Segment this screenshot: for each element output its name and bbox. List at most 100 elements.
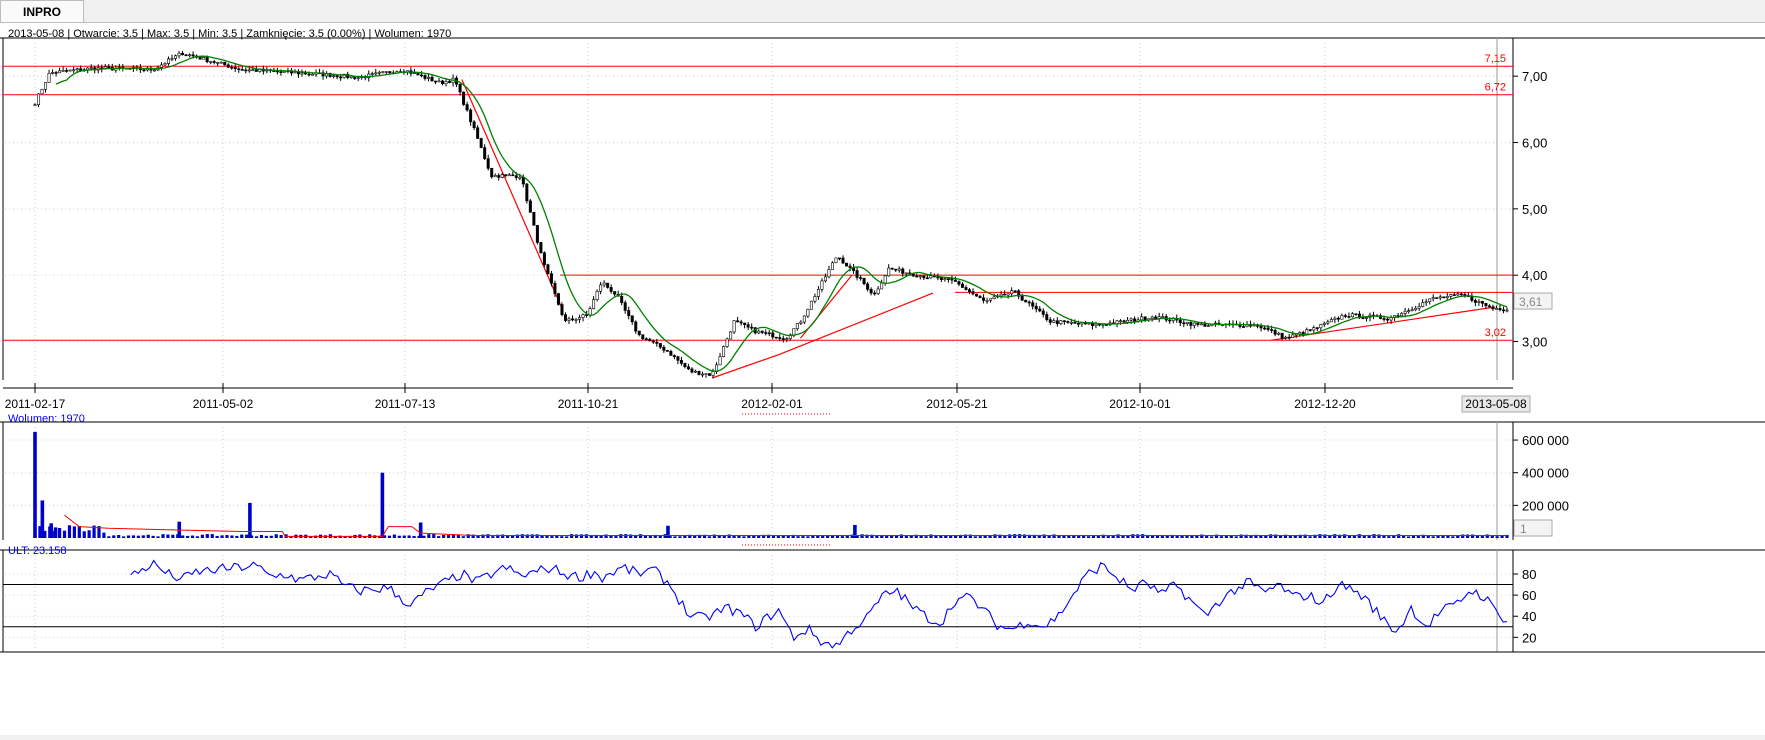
price-ytick-label-3: 6,00 [1522,136,1547,151]
candle-body [542,252,546,265]
candle-body [592,299,596,309]
candle-body [226,64,230,68]
price-panel[interactable]: 3,00 4,00 5,00 6,00 7,00 7,15 6,72 3,02 2011-02-… [0,37,1765,415]
chart-svg[interactable]: 3,00 4,00 5,00 6,00 7,00 7,15 6,72 3,02 2011-02-… [0,23,1765,735]
volume-bar [274,534,278,538]
volume-bar [235,535,239,538]
candle-body [339,76,343,79]
candle-body [718,356,722,366]
candle-body [1280,332,1284,339]
candle-body [581,314,585,318]
ult-info: ULT: 23.158 [8,545,67,557]
candle-body [1199,323,1203,326]
volume-bar [77,526,81,538]
candle-body [845,262,849,267]
volume-bar [210,534,214,538]
candle-body [166,58,170,64]
candle-body [1006,293,1010,296]
volume-spike-0 [33,431,37,538]
x-tick-label-6: 2012-10-01 [1109,397,1171,411]
volume-bar [131,535,136,538]
tab-inpro[interactable]: INPRO [0,0,85,22]
candle-body [1073,322,1077,324]
candle-body [1459,293,1463,296]
candle-body [1484,303,1488,307]
volume-bar [107,536,111,538]
candle-body [1319,324,1323,329]
candle-body [1031,302,1035,307]
candle-body [669,351,673,356]
volume-info: Wolumen: 1970 [8,413,85,425]
volume-bar [181,535,185,538]
volume-bar [136,535,140,538]
candle-body [634,321,638,332]
candle-body [68,69,72,72]
volume-bar [629,534,633,538]
candle-body [943,278,947,280]
candle-body [1424,301,1428,304]
candle-body [1445,296,1449,298]
price-ytick-label-0: 3,00 [1522,335,1547,350]
candle-body [1178,319,1182,324]
volume-bar [456,534,460,538]
candle-body [760,330,764,333]
candle-body [40,88,44,95]
volume-bar [186,535,190,538]
candle-body [198,57,202,60]
ult-panel[interactable]: 20 40 60 80 [0,549,1765,653]
candle-body [1442,296,1446,299]
candle-body [1066,321,1070,323]
volume-bar [776,535,780,538]
candle-body [1382,318,1386,320]
volume-bar [205,534,209,538]
candle-body [507,174,511,177]
candle-body [563,314,567,321]
moving-average-line [55,55,1508,372]
chart-area[interactable]: 3,00 4,00 5,00 6,00 7,00 7,15 6,72 3,02 2011-02-… [0,23,1765,735]
volume-bar [437,536,441,538]
volume-bar [1126,535,1130,538]
volume-spike-1 [40,500,45,538]
candle-body [876,288,880,294]
candle-body [743,322,747,325]
candle-body [732,320,736,333]
candle-body [683,363,687,368]
candle-body [1505,309,1509,312]
candle-body [1154,316,1158,319]
volume-bar [1160,536,1164,538]
volume-bar [880,535,884,538]
candle-body [802,315,806,323]
candle-body [1038,308,1042,312]
candle-body [1407,310,1411,312]
candle-body [1322,322,1326,325]
candle-body [1076,322,1080,325]
candle-body [54,72,58,74]
candle-body [1273,330,1277,335]
volume-bar [574,534,579,538]
candle-body [1336,317,1340,320]
volume-panel[interactable]: 200 000 400 000 600 000 1 [0,421,1765,546]
candle-body [184,54,188,57]
candle-body [1062,320,1066,323]
candle-body [497,175,501,178]
candle-body [1501,309,1505,312]
volume-bar [619,534,623,538]
volume-bar [58,528,62,538]
candle-body [493,175,497,178]
candle-body [254,69,258,72]
volume-bar [949,535,953,538]
volume-bar [1008,534,1012,538]
candle-body [142,69,146,72]
candle-body [174,55,178,59]
volume-bar [87,530,91,538]
volume-bar [678,536,682,538]
candle-body [971,291,975,295]
volume-bar [904,535,908,538]
volume-bar [166,534,170,538]
candle-body [1477,301,1481,303]
volume-bar [801,536,805,538]
candle-body [202,57,206,60]
volume-bar [476,535,480,538]
ohlc-info: 2013-05-08 | Otwarcie: 3.5 | Max: 3.5 | … [8,28,452,40]
candle-body [1024,299,1028,303]
